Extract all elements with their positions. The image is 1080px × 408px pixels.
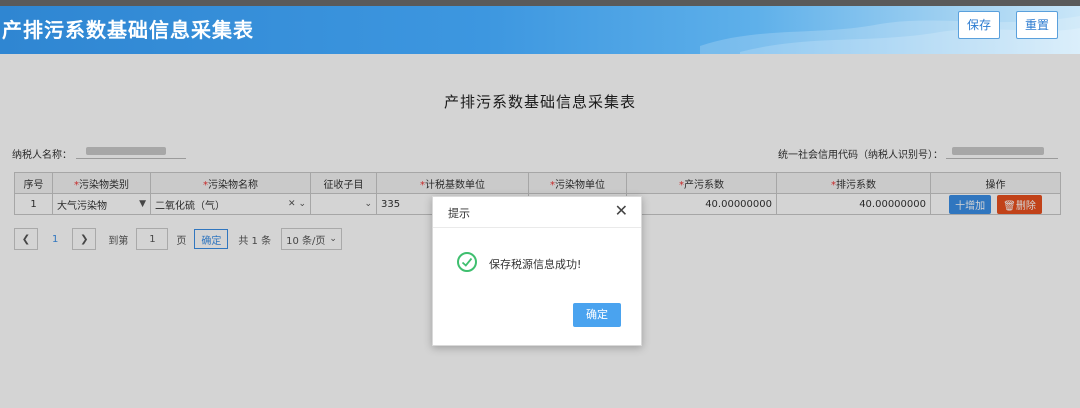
success-check-icon (457, 252, 477, 272)
dialog-divider (433, 227, 641, 228)
app-header: 产排污系数基础信息采集表 保存 重置 (0, 6, 1080, 54)
app-title: 产排污系数基础信息采集表 (2, 18, 254, 42)
save-button[interactable]: 保存 (958, 11, 1001, 39)
success-dialog: 提示 ✕ 保存税源信息成功! 确定 (432, 196, 642, 346)
dialog-message: 保存税源信息成功! (489, 258, 582, 271)
dialog-title: 提示 (448, 207, 470, 220)
dialog-ok-button[interactable]: 确定 (573, 303, 621, 327)
close-icon[interactable]: ✕ (615, 201, 628, 220)
reset-button[interactable]: 重置 (1016, 11, 1059, 39)
